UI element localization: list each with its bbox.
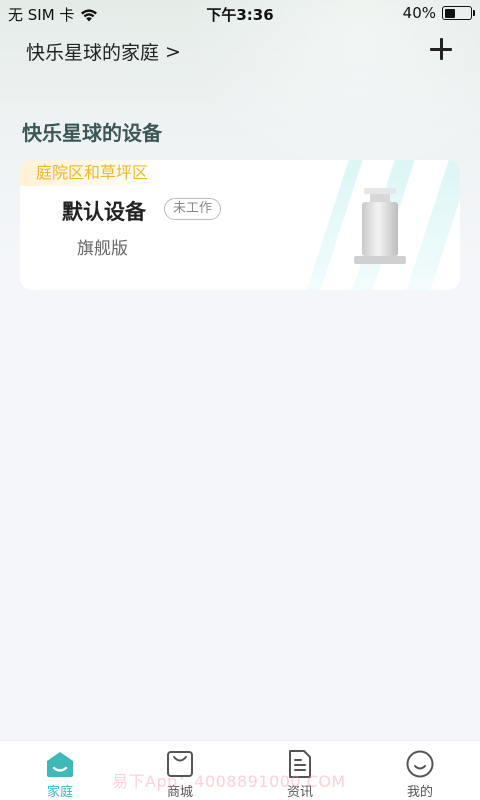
battery-icon [442,6,475,20]
chevron-right-icon: > [165,40,181,63]
family-selector[interactable]: 快乐星球的家庭 > [26,38,181,65]
device-status-badge: 未工作 [164,198,222,220]
device-card[interactable]: 庭院区和草坪区 默认设备 未工作 旗舰版 [20,160,460,290]
status-right: 40% [402,4,475,22]
battery-fill [444,8,455,18]
nav-profile-label: 我的 [406,785,433,800]
document-icon [289,750,311,778]
zone-tag: 庭院区和草坪区 [20,160,165,186]
nav-news-label: 资讯 [286,785,313,800]
nav-profile[interactable]: 我的 [360,741,480,800]
device-name: 默认设备 [62,200,146,224]
device-image [354,188,406,264]
device-model: 旗舰版 [77,239,128,259]
nav-home[interactable]: 家庭 [0,741,120,800]
battery-percent: 40% [402,4,436,22]
nav-home-label: 家庭 [46,785,73,800]
add-device-button[interactable] [428,36,454,62]
bottom-nav: 家庭 商城 资讯 我的 [0,740,480,800]
header: 快乐星球的家庭 > [0,36,480,66]
nav-news[interactable]: 资讯 [240,741,360,800]
family-name: 快乐星球的家庭 [26,42,160,64]
shopping-bag-icon [167,751,193,777]
nav-mall-label: 商城 [166,785,193,800]
home-icon [47,752,73,777]
smiley-face-icon [406,750,434,778]
nav-mall[interactable]: 商城 [120,741,240,800]
section-title: 快乐星球的设备 [22,121,162,145]
status-bar: 无 SIM 卡 下午3:36 40% [0,0,480,26]
